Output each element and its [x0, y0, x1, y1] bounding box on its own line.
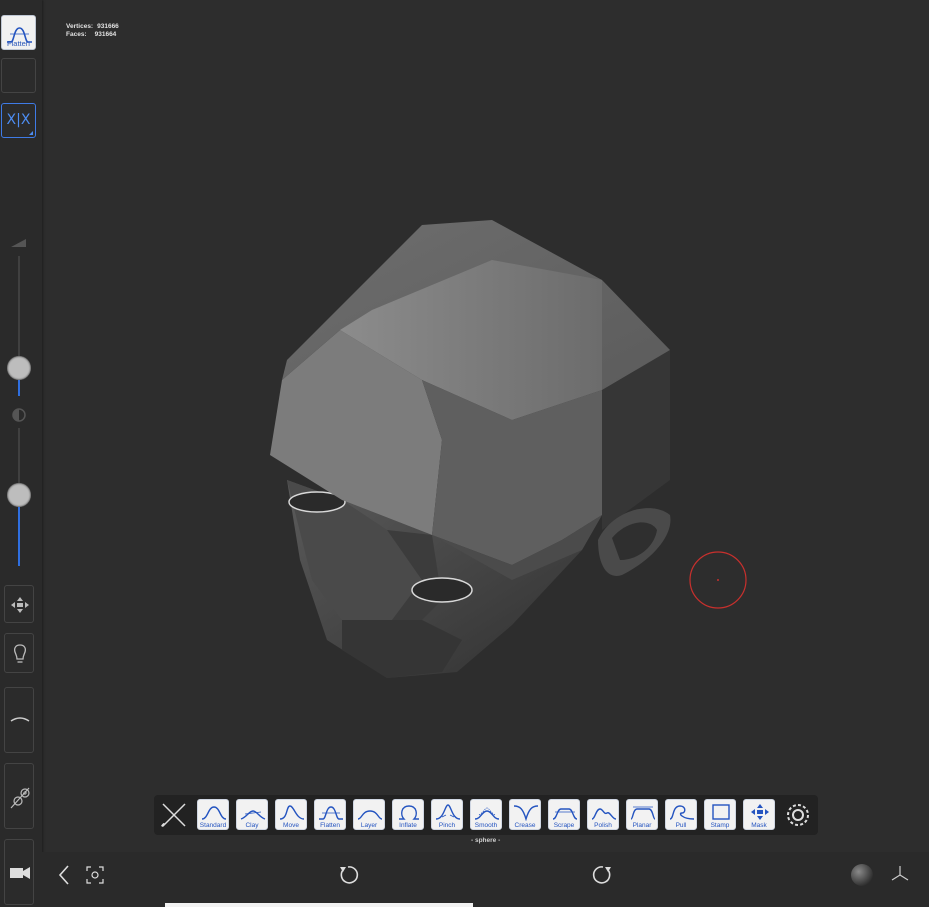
mesh-stats: Vertices: 931666 Faces: 931664	[66, 23, 119, 39]
radius-icon	[11, 239, 26, 247]
brush-cursor-center	[717, 579, 719, 581]
camera-icon	[10, 867, 30, 879]
move-brush-icon	[279, 805, 305, 820]
current-tool-button[interactable]: Flatten	[1, 15, 36, 50]
brush-pull[interactable]: Pull	[665, 799, 697, 830]
brush-standard[interactable]: Standard	[197, 799, 229, 830]
brush-pinch[interactable]: Pinch	[431, 799, 463, 830]
move-arrows-icon	[11, 597, 29, 613]
move-button[interactable]	[4, 585, 34, 623]
brush-mask[interactable]: Mask	[743, 799, 775, 830]
brush-cross-icon[interactable]	[158, 799, 190, 831]
intensity-slider-knob[interactable]	[7, 483, 31, 507]
inflate-brush-icon	[399, 805, 419, 820]
curve-icon	[10, 717, 30, 722]
color-swatch-button[interactable]	[1, 58, 36, 93]
brush-move[interactable]: Move	[275, 799, 307, 830]
brush-label: Planar	[632, 822, 652, 829]
brush-label: Polish	[594, 822, 612, 829]
brush-label: Crease	[514, 822, 536, 829]
curve-button[interactable]	[4, 687, 34, 753]
brush-label: Flatten	[320, 822, 340, 829]
redo-icon[interactable]	[592, 864, 614, 886]
faces-value: 931664	[94, 31, 117, 38]
pinch-brush-icon	[435, 804, 461, 820]
matcap-sphere-icon[interactable]	[850, 863, 874, 887]
dynamic-topology-icon	[10, 787, 30, 809]
brush-toolbar: Standard Clay Move Flatten Layer Inflate…	[154, 795, 818, 835]
pull-brush-icon	[669, 805, 695, 820]
brush-label: Pinch	[438, 822, 456, 829]
brush-label: Clay	[245, 822, 259, 829]
layer-brush-icon	[357, 810, 383, 820]
left-toolbar: Flatten X|X	[0, 0, 42, 907]
brush-label: Standard	[199, 822, 227, 829]
brush-label: Stamp	[710, 822, 730, 829]
brush-clay[interactable]: Clay	[236, 799, 268, 830]
corner-arrow-icon	[29, 131, 33, 135]
brush-stamp[interactable]: Stamp	[704, 799, 736, 830]
vertices-value: 931666	[97, 23, 119, 30]
3d-viewport[interactable]	[42, 60, 929, 790]
brush-label: Scrape	[553, 822, 575, 829]
brush-flatten[interactable]: Flatten	[314, 799, 346, 830]
head-mesh[interactable]	[270, 220, 671, 678]
brush-layer[interactable]: Layer	[353, 799, 385, 830]
light-button[interactable]	[4, 633, 34, 673]
brush-label: Smooth	[474, 822, 498, 829]
vertices-label: Vertices:	[66, 23, 94, 30]
brush-label: Move	[283, 822, 299, 829]
flatten-brush-icon	[319, 806, 343, 820]
focus-frame-icon[interactable]	[86, 866, 104, 884]
radius-slider-knob[interactable]	[7, 356, 31, 380]
camera-button[interactable]	[4, 839, 34, 905]
dynamic-topology-button[interactable]	[4, 763, 34, 829]
crease-brush-icon	[513, 805, 539, 821]
polish-brush-icon	[591, 808, 617, 820]
brush-label: Mask	[751, 822, 767, 829]
standard-brush-icon	[201, 806, 227, 820]
brush-planar[interactable]: Planar	[626, 799, 658, 830]
brush-crease[interactable]: Crease	[509, 799, 541, 830]
faces-label: Faces:	[66, 31, 87, 38]
current-tool-label: Flatten	[7, 39, 30, 48]
planar-brush-icon	[630, 806, 656, 820]
settings-gear-icon[interactable]	[784, 801, 812, 829]
mask-brush-icon	[751, 804, 769, 820]
symmetry-button[interactable]: X|X	[1, 103, 36, 138]
chevron-left-icon[interactable]	[56, 864, 72, 886]
smooth-brush-icon	[474, 807, 500, 820]
undo-icon[interactable]	[337, 864, 359, 886]
brush-scrape[interactable]: Scrape	[548, 799, 580, 830]
clay-brush-icon	[240, 810, 266, 820]
scrape-brush-icon	[552, 808, 578, 820]
intensity-icon	[12, 408, 26, 422]
home-indicator	[165, 903, 473, 907]
brush-smooth[interactable]: Smooth	[470, 799, 502, 830]
brush-label: Layer	[360, 822, 378, 829]
bottom-toolbar	[42, 852, 929, 907]
stamp-brush-icon	[712, 804, 730, 820]
brush-label: Inflate	[399, 822, 417, 829]
mesh-name-label: - sphere -	[471, 837, 501, 844]
brush-inflate[interactable]: Inflate	[392, 799, 424, 830]
lightbulb-icon	[14, 644, 26, 663]
brush-polish[interactable]: Polish	[587, 799, 619, 830]
axes-icon[interactable]	[889, 863, 911, 885]
brush-label: Pull	[675, 822, 687, 829]
